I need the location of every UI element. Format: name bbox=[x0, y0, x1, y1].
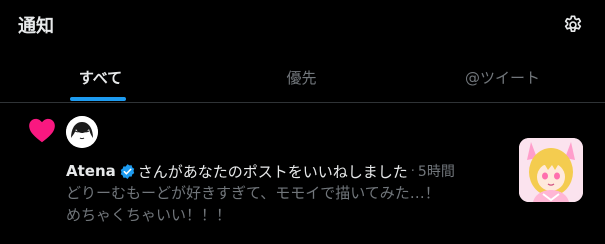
media-illustration bbox=[519, 138, 583, 202]
tweet-media-thumbnail[interactable] bbox=[519, 138, 583, 202]
tab-mentions[interactable]: @ツイート bbox=[402, 52, 603, 102]
tweet-text: どりーむもーどが好きすぎて、モモイで描いてみた…！ めちゃくちゃいい！！！ bbox=[66, 182, 446, 226]
tweet-line-2: めちゃくちゃいい！！！ bbox=[66, 206, 232, 224]
avatar-illustration bbox=[66, 116, 98, 148]
separator-dot: · bbox=[410, 163, 415, 179]
tab-priority-label: 優先 bbox=[286, 68, 317, 87]
verified-badge-icon bbox=[120, 163, 134, 179]
user-name[interactable]: Atena bbox=[66, 162, 116, 180]
avatar[interactable] bbox=[66, 116, 98, 148]
tab-priority[interactable]: 優先 bbox=[201, 52, 402, 102]
tab-all-label: すべて bbox=[78, 68, 123, 87]
heart-icon bbox=[29, 118, 55, 143]
tab-mentions-label: @ツイート bbox=[464, 68, 540, 87]
notification-time[interactable]: 5時間 bbox=[418, 161, 455, 181]
notification-header-line: Atena さんがあなたのポストをいいねしました · 5時間 bbox=[66, 160, 455, 182]
notification-action-text: さんがあなたのポストをいいねしました bbox=[137, 162, 408, 181]
page-header: 通知 bbox=[0, 0, 605, 52]
tweet-line-1: どりーむもーどが好きすぎて、モモイで描いてみた…！ bbox=[66, 184, 440, 202]
tab-all[interactable]: すべて bbox=[0, 52, 201, 102]
page-title: 通知 bbox=[18, 16, 54, 37]
gear-icon[interactable] bbox=[562, 14, 584, 36]
active-tab-indicator bbox=[70, 97, 126, 101]
notification-tabs: すべて 優先 @ツイート bbox=[0, 52, 605, 103]
